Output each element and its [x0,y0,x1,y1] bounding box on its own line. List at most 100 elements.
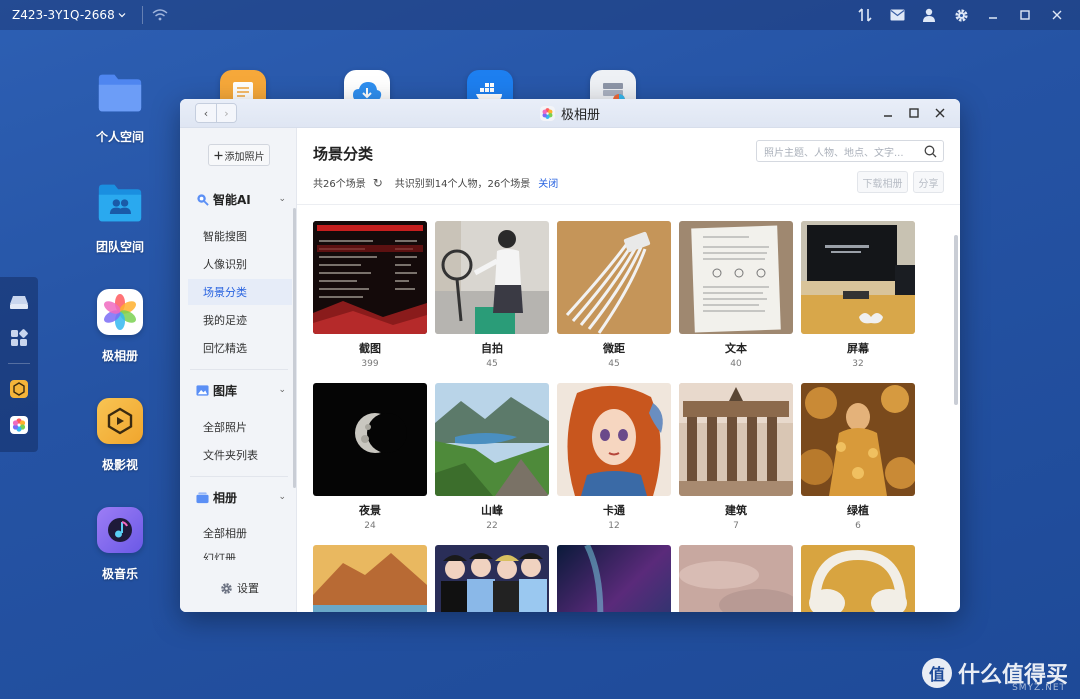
window-close-icon[interactable] [934,107,946,119]
scene-card[interactable] [557,545,671,612]
maximize-icon[interactable] [1016,6,1034,24]
scene-name: 文本 [725,342,747,355]
desktop-icon-label: 极音乐 [101,567,138,581]
desktop-icon-team-space[interactable]: 团队空间 [80,180,160,255]
video-app-icon[interactable] [8,378,30,400]
apps-grid-icon[interactable] [8,327,30,349]
scene-count-label: 12 [608,521,620,531]
scene-thumbnail-screen [801,221,915,334]
desktop-icon-personal-space[interactable]: 个人空间 [80,70,160,145]
scene-thumbnail-cartoon [557,383,671,496]
desktop-icon-label: 极影视 [101,458,138,472]
scene-card[interactable]: 自拍 45 [435,221,549,369]
sidebar-item-face-recognition[interactable]: 人像识别 [188,251,292,277]
gallery-icon [196,384,209,396]
forward-button[interactable]: › [216,104,236,122]
chevron-down-icon: ⌄ [278,194,286,204]
desktop-icon-video[interactable]: 极影视 [80,398,160,473]
album-icon [196,491,209,503]
photos-icon [97,289,143,335]
user-icon[interactable] [920,6,938,24]
scene-name: 卡通 [603,504,625,517]
scene-thumbnail-architecture [679,383,793,496]
scene-card[interactable]: 山峰 22 [435,383,549,531]
desktop-icon-photos[interactable]: 极相册 [80,289,160,364]
gear-icon[interactable] [952,6,970,24]
sidebar-item-smart-search[interactable]: 智能搜图 [188,223,292,249]
system-topbar: Z423-3Y1Q-2668 [0,0,1080,30]
scene-card[interactable]: 微距 45 [557,221,671,369]
scene-card[interactable]: 屏幕 32 [801,221,915,369]
window-minimize-icon[interactable] [882,107,894,119]
scene-card[interactable] [679,545,793,612]
scene-thumbnail-sky [557,545,671,612]
window-maximize-icon[interactable] [908,107,920,119]
scene-name: 夜景 [359,504,381,517]
close-link[interactable]: 关闭 [538,175,558,190]
sidebar-scrollbar[interactable] [293,208,296,488]
scene-thumbnail-landscape [313,545,427,612]
scene-thumbnail-selfie [435,221,549,334]
sidebar-divider [190,476,288,477]
desktop-icon-music[interactable]: 极音乐 [80,507,160,582]
device-name: Z423-3Y1Q-2668 [12,8,115,22]
sidebar-section-title: 相册 [213,490,238,505]
photos-app-icon[interactable] [8,414,30,436]
sidebar-item-memories[interactable]: 回忆精选 [188,335,292,361]
sidebar-item-footprints[interactable]: 我的足迹 [188,307,292,333]
message-icon[interactable] [888,6,906,24]
chevron-down-icon: ⌄ [278,385,286,395]
search-icon[interactable] [924,145,937,158]
sidebar-item-folder-list[interactable]: 文件夹列表 [188,442,292,468]
scene-thumbnail-text [679,221,793,334]
share-button[interactable]: 分享 [913,171,944,193]
main-divider [297,204,960,205]
search-input[interactable]: 照片主题、人物、地点、文字... [756,140,944,162]
add-photo-label: 添加照片 [224,151,265,163]
main-scrollbar[interactable] [954,235,958,405]
scene-card[interactable] [435,545,549,612]
scene-card[interactable] [801,545,915,612]
drive-icon[interactable] [8,291,30,313]
scene-card[interactable]: 建筑 7 [679,383,793,531]
scene-card[interactable]: 文本 40 [679,221,793,369]
team-folder-icon [97,180,143,226]
sidebar-item-scene-classification[interactable]: 场景分类 [188,279,292,305]
scene-name: 自拍 [481,342,503,355]
window-title-text: 极相册 [560,107,600,123]
scene-name: 山峰 [481,504,503,517]
scene-card[interactable]: 截图 399 [313,221,427,369]
dock-separator [8,363,30,364]
sidebar-item-slideshow[interactable]: 幻灯册 [188,548,292,560]
desktop-icon-label: 极相册 [101,349,138,363]
sidebar-section-ai[interactable]: 智能AI ⌄ [196,189,292,209]
photos-icon [539,105,555,121]
wifi-icon[interactable] [151,6,169,24]
transfer-icon[interactable] [856,6,874,24]
scene-name: 建筑 [725,504,747,517]
add-photo-button[interactable]: 添加照片 [208,144,270,166]
scene-thumbnail-greenery [801,383,915,496]
sidebar-section-gallery[interactable]: 图库 ⌄ [196,380,292,400]
device-selector[interactable]: Z423-3Y1Q-2668 [0,0,134,30]
sidebar-item-all-photos[interactable]: 全部照片 [188,414,292,440]
scene-card[interactable]: 夜景 24 [313,383,427,531]
settings-button[interactable]: 设置 [220,580,259,596]
download-album-button[interactable]: 下载相册 [857,171,908,193]
sidebar-section-albums[interactable]: 相册 ⌄ [196,487,292,507]
close-icon[interactable] [1048,6,1066,24]
sidebar-item-all-albums[interactable]: 全部相册 [188,520,292,546]
desktop-icon-label: 团队空间 [95,240,144,254]
sidebar-divider [190,369,288,370]
nav-buttons: ‹ › [195,103,237,123]
scene-card[interactable]: 卡通 12 [557,383,671,531]
scene-card[interactable]: 绿植 6 [801,383,915,531]
sidebar-section-title: 图库 [213,383,238,398]
scene-name: 绿植 [847,504,869,517]
refresh-icon[interactable]: ↻ [373,176,383,190]
scene-card[interactable] [313,545,427,612]
plus-icon [214,151,222,159]
back-button[interactable]: ‹ [196,104,216,122]
minimize-icon[interactable] [984,6,1002,24]
scene-count-label: 399 [361,359,379,369]
